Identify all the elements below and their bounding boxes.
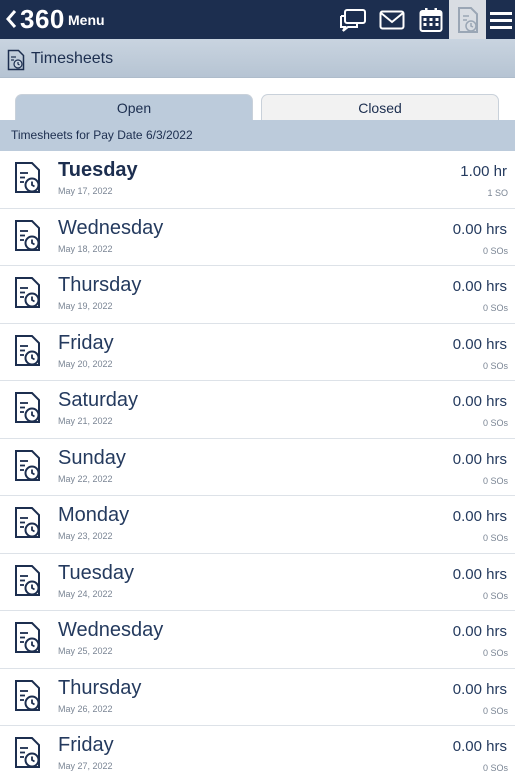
timesheet-icon	[13, 219, 43, 253]
timesheet-icon	[13, 736, 43, 770]
timesheet-service-orders: 0 SOs	[482, 590, 508, 601]
timesheet-day: Tuesday	[58, 159, 138, 181]
page-title: Timesheets	[31, 50, 114, 67]
hamburger-menu-icon	[489, 11, 512, 29]
timesheet-hours: 0.00 hrs	[452, 393, 507, 410]
timesheet-row[interactable]: Saturday May 21, 2022 0.00 hrs 0 SOs	[0, 381, 515, 439]
timesheet-hours: 0.00 hrs	[452, 565, 507, 583]
timesheet-date: May 20, 2022	[58, 358, 113, 369]
timesheet-hours: 0.00 hrs	[452, 450, 507, 468]
timesheet-row[interactable]: Tuesday May 17, 2022 1.00 hr 1 SO	[0, 151, 515, 209]
timesheet-row[interactable]: Thursday May 19, 2022 0.00 hrs 0 SOs	[0, 266, 515, 324]
timesheet-hours: 0.00 hrs	[452, 278, 507, 295]
timesheet-icon	[13, 621, 43, 655]
mail-icon	[379, 10, 405, 29]
timesheets-title-icon	[7, 49, 25, 71]
top-nav-bar: 360 Menu	[0, 0, 515, 39]
timesheet-icon	[13, 161, 43, 195]
timesheet-hours: 0.00 hrs	[452, 623, 507, 640]
app-brand[interactable]: 360	[20, 4, 65, 35]
timesheet-date: May 23, 2022	[58, 531, 113, 541]
timesheet-icon	[13, 506, 43, 540]
timesheet-service-orders: 0 SOs	[482, 648, 508, 658]
timesheet-date: May 19, 2022	[58, 301, 113, 311]
timesheet-day: Monday	[58, 504, 130, 526]
timesheet-date: May 26, 2022	[58, 703, 113, 714]
timesheet-date: May 25, 2022	[58, 646, 113, 656]
timesheet-row[interactable]: Tuesday May 24, 2022 0.00 hrs 0 SOs	[0, 553, 515, 611]
timesheet-service-orders: 0 SOs	[482, 533, 508, 543]
timesheet-row[interactable]: Thursday May 26, 2022 0.00 hrs 0 SOs	[0, 668, 515, 726]
timesheet-icon	[13, 679, 43, 713]
timesheet-service-orders: 0 SOs	[482, 418, 508, 428]
timesheet-day: Wednesday	[58, 216, 164, 239]
tab-closed[interactable]: Closed	[261, 94, 499, 121]
timesheet-service-orders: 0 SOs	[482, 705, 508, 716]
back-chevron-icon[interactable]	[4, 8, 18, 30]
calendar-icon	[419, 7, 443, 32]
timesheet-row[interactable]: Wednesday May 25, 2022 0.00 hrs 0 SOs	[0, 611, 515, 669]
timesheet-service-orders: 0 SOs	[482, 303, 508, 313]
timesheet-date: May 21, 2022	[58, 416, 113, 426]
calendar-button[interactable]	[414, 4, 448, 35]
timesheet-row[interactable]: Friday May 20, 2022 0.00 hrs 0 SOs	[0, 323, 515, 381]
timesheet-day: Sunday	[58, 446, 126, 469]
timesheet-day: Thursday	[58, 274, 142, 296]
timesheet-day: Friday	[58, 331, 114, 354]
timesheet-date: May 24, 2022	[58, 588, 113, 599]
timesheet-row[interactable]: Wednesday May 18, 2022 0.00 hrs 0 SOs	[0, 208, 515, 266]
timesheet-icon	[13, 334, 43, 368]
chat-icon	[340, 8, 366, 32]
timesheet-service-orders: 1 SO	[487, 188, 508, 198]
mail-button[interactable]	[375, 4, 409, 35]
timesheet-service-orders: 0 SOs	[482, 475, 508, 486]
timesheet-hours: 0.00 hrs	[452, 738, 507, 755]
timesheet-service-orders: 0 SOs	[482, 360, 508, 371]
timesheet-service-orders: 0 SOs	[482, 245, 508, 256]
timesheet-date: May 18, 2022	[58, 243, 113, 254]
timesheet-list: Tuesday May 17, 2022 1.00 hr 1 SO Wednesday M…	[0, 151, 515, 780]
pay-date-header: Timesheets for Pay Date 6/3/2022	[0, 120, 515, 151]
timesheet-day: Thursday	[58, 676, 142, 699]
timesheet-day: Tuesday	[58, 561, 134, 584]
timesheet-row[interactable]: Friday May 27, 2022 0.00 hrs 0 SOs	[0, 726, 515, 780]
timesheet-hours: 0.00 hrs	[452, 220, 507, 238]
timesheet-icon	[13, 276, 43, 310]
timesheet-icon	[13, 449, 43, 483]
timesheet-day: Wednesday	[58, 619, 164, 641]
timesheet-row[interactable]: Monday May 23, 2022 0.00 hrs 0 SOs	[0, 496, 515, 554]
tab-bar: Open Closed	[0, 78, 515, 121]
page-header: Timesheets	[0, 39, 515, 78]
timesheet-service-orders: 0 SOs	[482, 763, 508, 773]
timesheet-date: May 17, 2022	[58, 186, 113, 196]
timesheet-hours: 0.00 hrs	[452, 508, 507, 525]
timesheet-row[interactable]: Sunday May 22, 2022 0.00 hrs 0 SOs	[0, 438, 515, 496]
hamburger-menu-button[interactable]	[486, 4, 515, 35]
timesheet-day: Saturday	[58, 389, 139, 411]
timesheet-icon	[13, 391, 43, 425]
timesheet-date: May 22, 2022	[58, 473, 113, 484]
timesheet-nav-button[interactable]	[449, 0, 486, 39]
timesheet-day: Friday	[58, 734, 114, 756]
timesheet-hours: 0.00 hrs	[452, 335, 507, 353]
timesheet-hours: 0.00 hrs	[452, 680, 507, 698]
chat-button[interactable]	[336, 4, 370, 35]
timesheet-hours: 1.00 hr	[460, 163, 507, 180]
timesheet-icon	[13, 564, 43, 598]
tab-open[interactable]: Open	[15, 94, 253, 121]
menu-button[interactable]: Menu	[68, 12, 105, 28]
timesheet-date: May 27, 2022	[58, 761, 113, 771]
timesheet-icon	[457, 6, 478, 33]
